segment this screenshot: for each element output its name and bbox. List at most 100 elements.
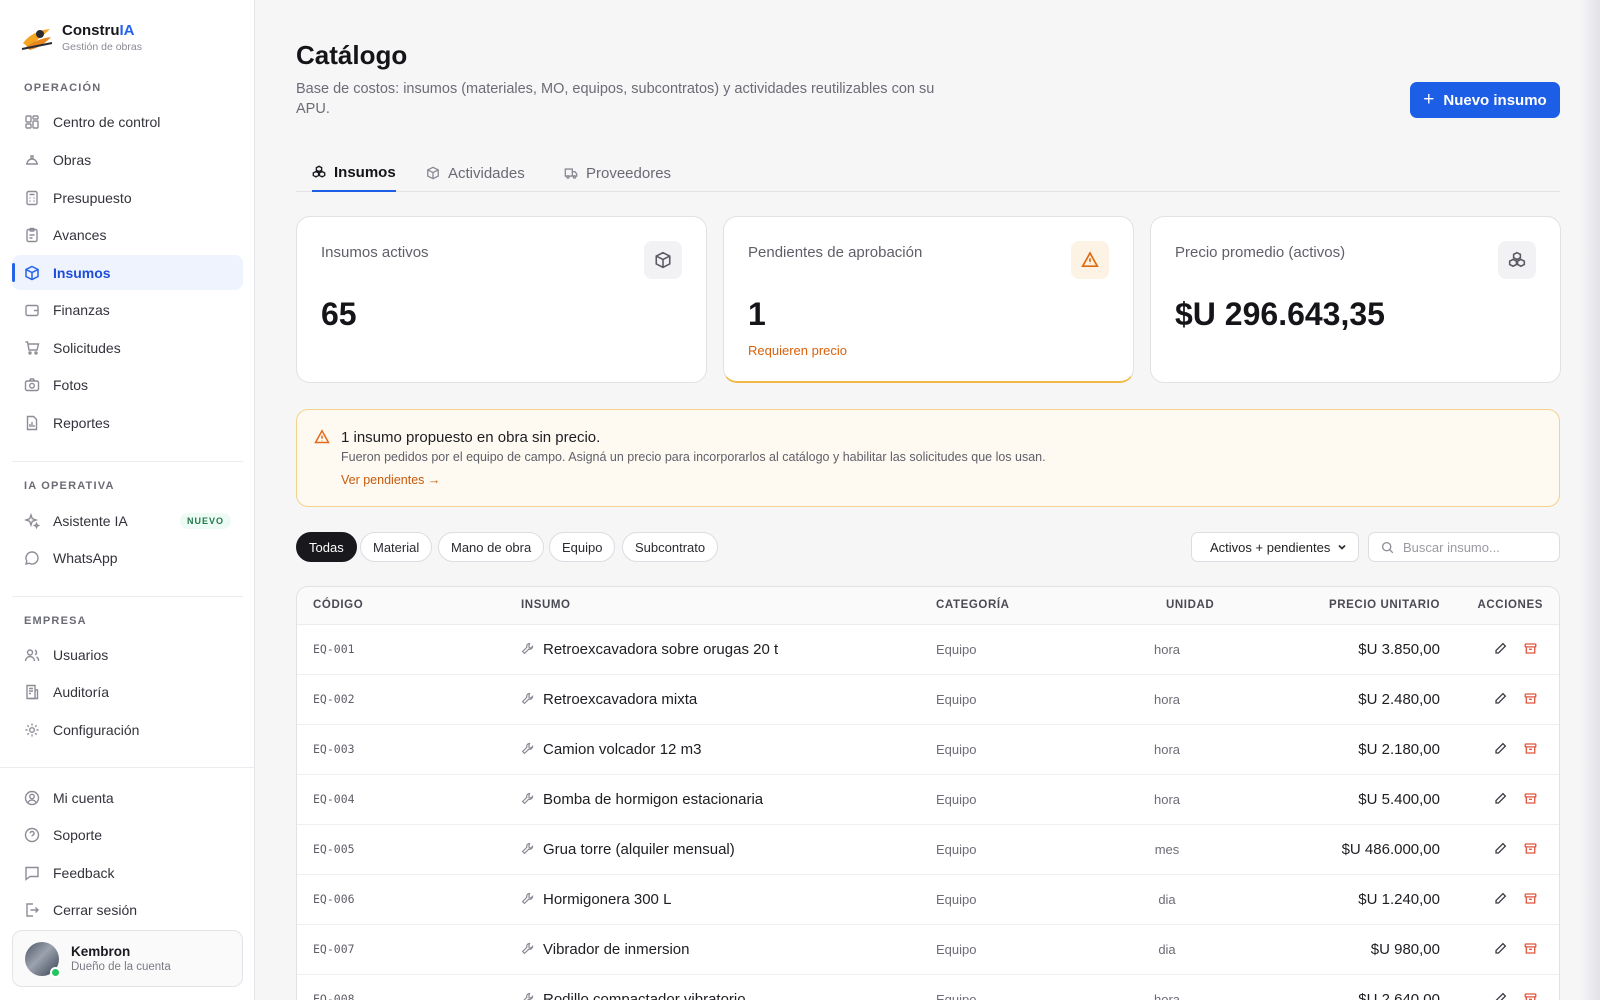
row-category: Equipo xyxy=(936,842,977,857)
sidebar-item-label: Cerrar sesión xyxy=(53,901,138,918)
edit-icon[interactable] xyxy=(1494,842,1507,855)
sidebar: ConstruIA Gestión de obras OPERACIÓN Cen… xyxy=(0,0,255,1000)
sidebar-item-whatsapp[interactable]: WhatsApp xyxy=(12,540,243,575)
table-row[interactable]: EQ-005 Grua torre (alquiler mensual) Equip… xyxy=(297,825,1559,875)
sidebar-item-fotos[interactable]: Fotos xyxy=(12,367,243,402)
camera-icon xyxy=(24,377,40,393)
user-card[interactable]: Kembron Dueño de la cuenta xyxy=(12,930,243,987)
dashboard-icon xyxy=(24,114,40,130)
audit-icon xyxy=(24,684,40,700)
row-unit: hora xyxy=(1153,742,1181,757)
message-icon xyxy=(24,865,40,881)
filter-chip-todas[interactable]: Todas xyxy=(296,532,357,562)
archive-icon[interactable] xyxy=(1524,742,1537,755)
table-row[interactable]: EQ-004 Bomba de hormigon estacionaria Equi… xyxy=(297,775,1559,825)
row-code: EQ-008 xyxy=(313,992,355,1000)
sidebar-item-auditoria[interactable]: Auditoría xyxy=(12,674,243,709)
table-row[interactable]: EQ-006 Hormigonera 300 L Equipo dia $U 1.240… xyxy=(297,875,1559,925)
view-pending-link[interactable]: Ver pendientes → xyxy=(341,473,440,487)
edit-icon[interactable] xyxy=(1494,792,1507,805)
archive-icon[interactable] xyxy=(1524,892,1537,905)
archive-icon[interactable] xyxy=(1524,842,1537,855)
warning-icon xyxy=(1071,241,1109,279)
sidebar-item-label: Solicitudes xyxy=(53,339,121,356)
archive-icon[interactable] xyxy=(1524,692,1537,705)
edit-icon[interactable] xyxy=(1494,942,1507,955)
new-insumo-button[interactable]: + Nuevo insumo xyxy=(1410,82,1560,118)
tab-actividades[interactable]: Actividades xyxy=(426,154,525,192)
sidebar-item-solicitudes[interactable]: Solicitudes xyxy=(12,330,243,365)
sidebar-item-feedback[interactable]: Feedback xyxy=(12,855,243,890)
row-name: Grua torre (alquiler mensual) xyxy=(543,841,735,858)
sidebar-item-configuracion[interactable]: Configuración xyxy=(12,712,243,747)
edit-icon[interactable] xyxy=(1494,992,1507,1000)
brand[interactable]: ConstruIA Gestión de obras xyxy=(20,22,142,54)
row-name: Retroexcavadora sobre orugas 20 t xyxy=(543,641,779,658)
sparkles-icon xyxy=(24,512,40,529)
filter-chip-subcontrato[interactable]: Subcontrato xyxy=(622,532,719,562)
tab-insumos[interactable]: Insumos xyxy=(312,154,396,192)
truck-icon xyxy=(564,166,578,180)
sidebar-item-reportes[interactable]: Reportes xyxy=(12,405,243,440)
table-row[interactable]: EQ-008 Rodillo compactador vibratorio Equi… xyxy=(297,975,1559,1000)
status-select[interactable]: Activos + pendientes xyxy=(1191,532,1359,562)
sidebar-item-obras[interactable]: Obras xyxy=(12,142,243,177)
sidebar-divider xyxy=(0,767,255,768)
search-input[interactable] xyxy=(1403,539,1553,555)
archive-icon[interactable] xyxy=(1524,792,1537,805)
cart-icon xyxy=(24,340,40,356)
row-price: $U 1.240,00 xyxy=(1358,891,1440,908)
sidebar-item-avances[interactable]: Avances xyxy=(12,217,243,252)
table-row[interactable]: EQ-002 Retroexcavadora mixta Equipo hora $U … xyxy=(297,675,1559,725)
sidebar-item-label: Insumos xyxy=(53,264,111,281)
tab-label: Insumos xyxy=(334,163,396,181)
sidebar-item-cerrar-sesion[interactable]: Cerrar sesión xyxy=(12,892,243,927)
edit-icon[interactable] xyxy=(1494,642,1507,655)
sidebar-item-label: Finanzas xyxy=(53,301,110,318)
archive-icon[interactable] xyxy=(1524,642,1537,655)
row-price: $U 486.000,00 xyxy=(1341,841,1440,858)
sidebar-item-label: Reportes xyxy=(53,414,110,431)
table-row[interactable]: EQ-001 Retroexcavadora sobre orugas 20 t E… xyxy=(297,625,1559,675)
logout-icon xyxy=(24,902,40,918)
sidebar-item-insumos[interactable]: Insumos xyxy=(12,255,243,290)
wrench-icon xyxy=(521,842,534,855)
filter-chip-equipo[interactable]: Equipo xyxy=(549,532,616,562)
row-category: Equipo xyxy=(936,992,977,1000)
calculator-icon xyxy=(24,190,40,206)
filter-chip-material[interactable]: Material xyxy=(360,532,433,562)
edit-icon[interactable] xyxy=(1494,692,1507,705)
filter-chip-mano-de-obra[interactable]: Mano de obra xyxy=(438,532,545,562)
sidebar-item-asistente-ia[interactable]: Asistente IA NUEVO xyxy=(12,503,243,538)
stat-value: 1 xyxy=(748,296,766,332)
sidebar-item-finanzas[interactable]: Finanzas xyxy=(12,292,243,327)
sidebar-item-presupuesto[interactable]: Presupuesto xyxy=(12,180,243,215)
stat-value: 65 xyxy=(321,296,357,332)
chat-icon xyxy=(24,550,40,566)
page-title: Catálogo xyxy=(296,40,408,70)
row-name: Retroexcavadora mixta xyxy=(543,691,698,708)
section-label-empresa: EMPRESA xyxy=(24,615,87,627)
table-row[interactable]: EQ-007 Vibrador de inmersion Equipo dia $U 9… xyxy=(297,925,1559,975)
sidebar-item-label: WhatsApp xyxy=(53,549,118,566)
new-insumo-label: Nuevo insumo xyxy=(1443,91,1547,109)
search-box xyxy=(1368,532,1560,562)
sidebar-item-label: Mi cuenta xyxy=(53,789,114,806)
section-label-operacion: OPERACIÓN xyxy=(24,82,102,94)
row-name: Hormigonera 300 L xyxy=(543,891,672,908)
sidebar-item-centro-de-control[interactable]: Centro de control xyxy=(12,104,243,139)
search-icon xyxy=(1381,541,1394,554)
row-price: $U 3.850,00 xyxy=(1358,641,1440,658)
row-code: EQ-001 xyxy=(313,642,355,656)
edit-icon[interactable] xyxy=(1494,742,1507,755)
sidebar-item-usuarios[interactable]: Usuarios xyxy=(12,637,243,672)
sidebar-item-mi-cuenta[interactable]: Mi cuenta xyxy=(12,780,243,815)
edit-icon[interactable] xyxy=(1494,892,1507,905)
brand-name: ConstruIA xyxy=(62,22,135,39)
table-row[interactable]: EQ-003 Camion volcador 12 m3 Equipo hora $U … xyxy=(297,725,1559,775)
tab-proveedores[interactable]: Proveedores xyxy=(564,154,671,192)
archive-icon[interactable] xyxy=(1524,992,1537,1000)
archive-icon[interactable] xyxy=(1524,942,1537,955)
row-code: EQ-006 xyxy=(313,892,355,906)
sidebar-item-soporte[interactable]: Soporte xyxy=(12,817,243,852)
